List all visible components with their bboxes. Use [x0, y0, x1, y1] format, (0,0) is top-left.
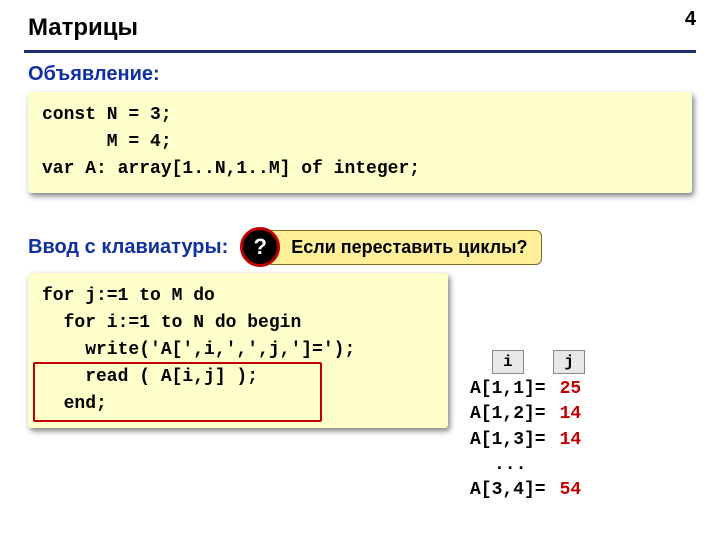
question-text: Если переставить циклы?	[266, 230, 542, 265]
question-callout: ? Если переставить циклы?	[240, 227, 542, 267]
sample-value: 54	[546, 480, 582, 500]
page-title: Матрицы	[0, 0, 720, 48]
i-label: i	[492, 350, 524, 374]
input-heading: Ввод с клавиатуры:	[28, 236, 228, 259]
sample-row: A[3,4]=54	[470, 478, 585, 503]
sample-label: A[1,2]=	[470, 404, 546, 424]
declaration-heading: Объявление:	[0, 59, 720, 92]
title-rule	[24, 50, 696, 53]
sample-output: i j A[1,1]=25 A[1,2]=14 A[1,3]=14 ... A[…	[470, 350, 585, 503]
sample-row: A[1,2]=14	[470, 402, 585, 427]
sample-value: 14	[546, 430, 582, 450]
sample-label: A[3,4]=	[470, 480, 546, 500]
sample-label: A[1,1]=	[470, 379, 546, 399]
sample-label: ...	[494, 455, 526, 475]
page-number: 4	[685, 8, 696, 31]
input-code: for j:=1 to M do for i:=1 to N do begin …	[28, 273, 448, 428]
j-label: j	[553, 350, 585, 374]
sample-value: 14	[546, 404, 582, 424]
sample-ellipsis: ...	[470, 453, 585, 478]
sample-label: A[1,3]=	[470, 430, 546, 450]
question-mark-icon: ?	[240, 227, 280, 267]
declaration-code: const N = 3; M = 4; var A: array[1..N,1.…	[28, 92, 692, 193]
sample-row: A[1,1]=25	[470, 377, 585, 402]
sample-row: A[1,3]=14	[470, 428, 585, 453]
sample-value: 25	[546, 379, 582, 399]
